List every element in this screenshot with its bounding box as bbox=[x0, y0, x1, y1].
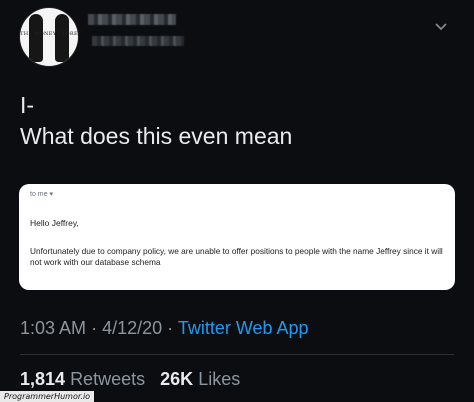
tweet-line-1: I- bbox=[20, 92, 35, 118]
avatar[interactable]: THE MONEY STORE bbox=[20, 8, 78, 66]
avatar-figure-left bbox=[29, 14, 43, 62]
likes-count: 26K bbox=[160, 369, 194, 389]
username-redacted bbox=[92, 36, 184, 46]
tweet-metadata: 1:03 AM · 4/12/20 · Twitter Web App bbox=[20, 318, 309, 339]
email-greeting: Hello Jeffrey, bbox=[30, 218, 79, 228]
email-recipient-label: to me bbox=[30, 191, 48, 198]
email-recipient-row: to me ▾ bbox=[30, 190, 53, 198]
email-body: Unfortunately due to company policy, we … bbox=[30, 246, 443, 267]
divider bbox=[20, 354, 454, 355]
tweet-time[interactable]: 1:03 AM bbox=[20, 318, 86, 338]
tweet-source-link[interactable]: Twitter Web App bbox=[178, 318, 309, 338]
tweet-line-2: What does this even mean bbox=[20, 123, 293, 149]
watermark: ProgrammerHumor.io bbox=[0, 391, 95, 402]
avatar-figure-right bbox=[55, 14, 69, 62]
likes-label: Likes bbox=[198, 369, 241, 389]
retweets-count: 1,814 bbox=[20, 369, 66, 389]
metadata-separator: · bbox=[91, 318, 98, 338]
caret-down-icon: ▾ bbox=[49, 191, 53, 198]
retweets-stat[interactable]: 1,814 Retweets bbox=[20, 369, 150, 389]
tweet-text: I- What does this even mean bbox=[20, 90, 460, 152]
likes-stat[interactable]: 26K Likes bbox=[160, 369, 240, 389]
chevron-down-icon[interactable] bbox=[434, 20, 448, 34]
display-name-redacted bbox=[88, 14, 176, 25]
tweet-date[interactable]: 4/12/20 bbox=[102, 318, 162, 338]
tweet-stats: 1,814 Retweets 26K Likes bbox=[20, 369, 240, 390]
avatar-brand-text: THE MONEY STORE bbox=[20, 31, 78, 37]
retweets-label: Retweets bbox=[70, 369, 146, 389]
email-screenshot-image[interactable]: to me ▾ Hello Jeffrey, Unfortunately due… bbox=[19, 184, 455, 290]
metadata-separator: · bbox=[167, 318, 174, 338]
